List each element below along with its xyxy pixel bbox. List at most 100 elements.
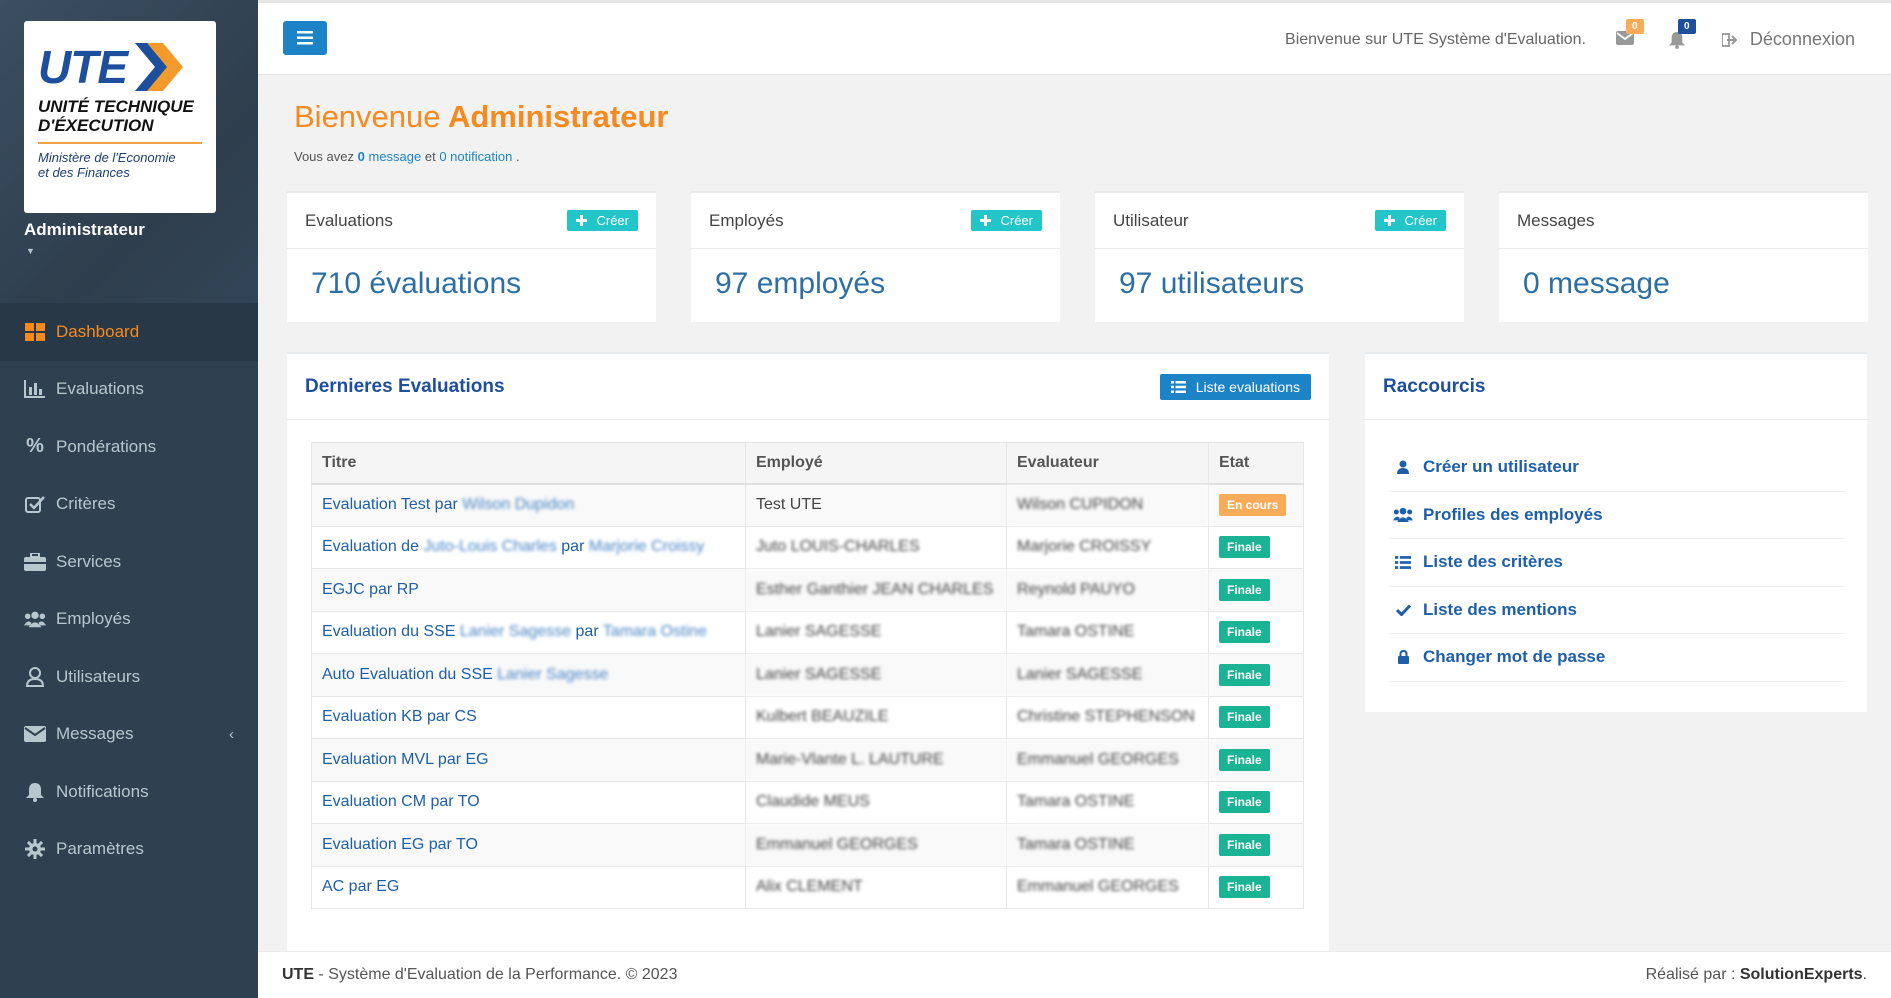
stat-value: 0 message	[1523, 267, 1670, 300]
evaluation-title-link[interactable]: Evaluation CM par TO	[311, 780, 746, 824]
status-badge: Finale	[1219, 663, 1270, 686]
notification-link[interactable]: 0 notification	[439, 149, 512, 164]
sidebar-item-criteres[interactable]: Critères	[0, 476, 258, 534]
page-subtitle: Vous avez 0 message et 0 notification .	[294, 149, 520, 164]
logo-divider	[38, 142, 202, 144]
profile-caret-icon[interactable]: ▼	[26, 246, 35, 256]
list-evaluations-button[interactable]: Liste evaluations	[1159, 373, 1311, 400]
table-header-row: Titre Employé Evaluateur Etat	[311, 442, 1304, 485]
table-row: EGJC par RP Esther Ganthier JEAN CHARLES…	[311, 568, 1304, 612]
shortcut-criteria-list[interactable]: Liste des critères	[1389, 539, 1845, 587]
create-utilisateur-button[interactable]: Créer	[1375, 210, 1446, 231]
logout-link[interactable]: Déconnexion	[1721, 29, 1855, 50]
gear-icon	[24, 838, 46, 860]
sidebar-item-ponderations[interactable]: % Pondérations	[0, 418, 258, 476]
status-badge: Finale	[1219, 833, 1270, 856]
evaluator-cell: Marjorie CROISSY	[1006, 525, 1209, 569]
column-header[interactable]: Titre	[311, 442, 746, 485]
logo-line1: UNITÉ TECHNIQUE D'ÉXECUTION	[38, 97, 194, 135]
status-badge: Finale	[1219, 536, 1270, 559]
shortcut-create-user[interactable]: Créer un utilisateur	[1389, 444, 1845, 492]
users-icon	[1393, 507, 1413, 523]
shortcut-employee-profiles[interactable]: Profiles des employés	[1389, 492, 1845, 539]
column-header[interactable]: Evaluateur	[1006, 442, 1209, 485]
evaluation-title-link[interactable]: EGJC par RP	[311, 568, 746, 612]
table-row: Evaluation de Juto-Louis Charles par Mar…	[311, 525, 1304, 569]
employee-cell: Claudide MEUS	[745, 780, 1007, 824]
create-evaluation-button[interactable]: Créer	[567, 210, 638, 231]
column-header[interactable]: Employé	[745, 442, 1007, 485]
stat-title: Utilisateur	[1113, 210, 1189, 230]
footer: UTE - Système d'Evaluation de la Perform…	[258, 951, 1891, 998]
employee-cell: Test UTE	[745, 483, 1007, 527]
users-icon	[24, 608, 46, 630]
shortcut-mentions-list[interactable]: Liste des mentions	[1389, 587, 1845, 634]
lock-icon	[1393, 650, 1413, 665]
footer-credit: Réalisé par : SolutionExperts.	[1645, 966, 1867, 983]
profile-name[interactable]: Administrateur	[24, 220, 145, 240]
briefcase-icon	[24, 551, 46, 573]
sidebar-item-label: Dashboard	[56, 321, 140, 341]
top-navbar: Bienvenue sur UTE Système d'Evaluation. …	[258, 3, 1891, 75]
notifications-count-badge: 0	[1678, 19, 1696, 34]
table-row: Evaluation KB par CS Kulbert BEAUZILE Ch…	[311, 695, 1304, 739]
sign-out-icon	[1721, 32, 1738, 47]
page-title: Bienvenue Administrateur	[294, 99, 669, 134]
sidebar-item-label: Messages	[56, 724, 134, 744]
sidebar-nav: Dashboard Evaluations % Pondérations Cri…	[0, 303, 258, 878]
evaluator-cell: Tamara OSTINE	[1006, 780, 1209, 824]
sidebar-item-parametres[interactable]: Paramètres	[0, 821, 258, 879]
evaluation-title-link[interactable]: Evaluation du SSE Lanier Sagesse par Tam…	[311, 610, 746, 654]
sidebar-item-evaluations[interactable]: Evaluations	[0, 361, 258, 419]
state-cell: En cours	[1208, 483, 1304, 527]
evaluation-title-link[interactable]: Evaluation KB par CS	[311, 695, 746, 739]
panel-title: Raccourcis	[1383, 375, 1486, 397]
evaluation-title-link[interactable]: AC par EG	[311, 865, 746, 909]
user-icon	[24, 666, 46, 688]
dashboard-icon	[24, 321, 46, 343]
menu-toggle-button[interactable]	[283, 21, 327, 55]
employee-cell: Kulbert BEAUZILE	[745, 695, 1007, 739]
envelope-icon	[24, 723, 46, 745]
panel-title: Dernieres Evaluations	[305, 375, 505, 397]
logo-line2: Ministère de l'Economie et des Finances	[38, 150, 176, 180]
employee-cell: Alix CLEMENT	[745, 865, 1007, 909]
column-header[interactable]: Etat	[1208, 442, 1304, 485]
shortcut-change-password[interactable]: Changer mot de passe	[1389, 634, 1845, 682]
evaluation-title-link[interactable]: Evaluation EG par TO	[311, 823, 746, 867]
stat-card-utilisateur: Utilisateur Créer 97 utilisateurs	[1095, 191, 1464, 322]
employee-cell: Lanier SAGESSE	[745, 653, 1007, 697]
evaluator-cell: Lanier SAGESSE	[1006, 653, 1209, 697]
sidebar-item-utilisateurs[interactable]: Utilisateurs	[0, 648, 258, 706]
evaluation-title-link[interactable]: Auto Evaluation du SSE Lanier Sagesse	[311, 653, 746, 697]
sidebar-item-employes[interactable]: Employés	[0, 591, 258, 649]
evaluator-cell: Christine STEPHENSON	[1006, 695, 1209, 739]
sidebar-item-notifications[interactable]: Notifications	[0, 763, 258, 821]
messages-top-button[interactable]: 0	[1616, 19, 1644, 50]
sidebar-item-messages[interactable]: Messages ‹	[0, 706, 258, 764]
welcome-message: Bienvenue sur UTE Système d'Evaluation.	[1285, 31, 1586, 48]
logo-brand: UTE	[38, 41, 128, 93]
notifications-top-button[interactable]: 0	[1669, 19, 1696, 54]
sidebar-item-services[interactable]: Services	[0, 533, 258, 591]
state-cell: Finale	[1208, 695, 1304, 739]
bar-chart-icon	[24, 378, 46, 400]
evaluations-table: Titre Employé Evaluateur Etat Evaluation…	[311, 442, 1304, 909]
message-count[interactable]: 0	[358, 149, 365, 164]
state-cell: Finale	[1208, 568, 1304, 612]
create-employe-button[interactable]: Créer	[971, 210, 1042, 231]
messages-count-badge: 0	[1626, 19, 1644, 34]
evaluation-title-link[interactable]: Evaluation Test par Wilson Dupidon	[311, 483, 746, 527]
evaluation-title-link[interactable]: Evaluation MVL par EG	[311, 738, 746, 782]
sidebar: UTE UNITÉ TECHNIQUE D'ÉXECUTION Ministèr…	[0, 0, 258, 998]
table-row: Evaluation MVL par EG Marie-Vlante L. LA…	[311, 738, 1304, 782]
message-link[interactable]: message	[368, 149, 421, 164]
chevron-left-icon: ‹	[229, 725, 234, 743]
shortcuts-panel: Raccourcis Créer un utilisateur Profiles…	[1365, 352, 1867, 712]
sidebar-item-label: Services	[56, 551, 122, 571]
sidebar-item-dashboard[interactable]: Dashboard	[0, 303, 258, 361]
evaluator-cell: Reynold PAUYO	[1006, 568, 1209, 612]
evaluation-title-link[interactable]: Evaluation de Juto-Louis Charles par Mar…	[311, 525, 746, 569]
employee-cell: Lanier SAGESSE	[745, 610, 1007, 654]
list-icon	[1170, 380, 1186, 393]
